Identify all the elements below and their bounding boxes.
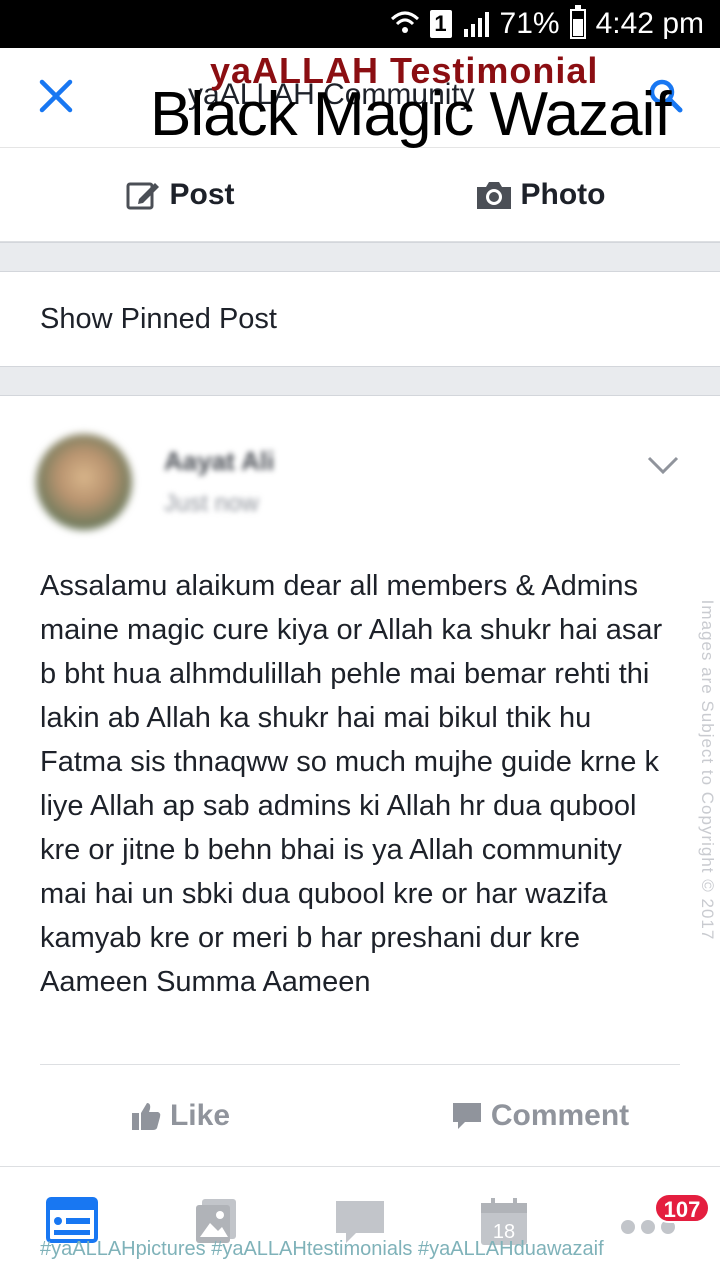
close-button[interactable] <box>36 76 76 116</box>
clock: 4:42 pm <box>595 7 704 40</box>
comment-icon <box>452 1103 481 1129</box>
reaction-bar: Like Comment <box>0 1086 720 1146</box>
feed-icon <box>46 1197 98 1243</box>
battery-percent: 71% <box>499 7 560 40</box>
photo-label: Photo <box>520 177 606 211</box>
post-button[interactable]: Post <box>0 148 360 241</box>
battery-icon <box>569 5 586 39</box>
avatar[interactable] <box>36 434 132 530</box>
camera-icon <box>476 181 511 209</box>
overlay-subtitle: Black Magic Wazaif <box>150 80 672 149</box>
show-pinned-post[interactable]: Show Pinned Post <box>0 272 720 366</box>
sim-label: 1 <box>429 10 452 38</box>
notification-badge: 107 <box>654 1193 710 1223</box>
hashtag-watermark: #yaALLAHpictures #yaALLAHtestimonials #y… <box>40 1238 604 1260</box>
nav-messages[interactable] <box>288 1167 432 1280</box>
post-options-button[interactable] <box>646 454 680 476</box>
divider <box>40 1064 680 1065</box>
nav-more[interactable]: 107 <box>576 1167 720 1280</box>
nav-feed[interactable] <box>0 1167 144 1280</box>
signal-icon <box>462 11 490 37</box>
copyright-watermark: Images are Subject to Copyright © 2017 <box>698 599 717 941</box>
post-card: Aayat Ali Just now Assalamu alaikum dear… <box>0 396 720 1166</box>
post-author[interactable]: Aayat Ali <box>164 446 274 477</box>
bottom-nav: 18 107 <box>0 1166 720 1280</box>
composer-bar: Post Photo <box>0 148 720 242</box>
close-icon <box>39 79 73 113</box>
like-button[interactable]: Like <box>0 1086 360 1146</box>
nav-photos[interactable] <box>144 1167 288 1280</box>
post-timestamp: Just now <box>164 490 259 517</box>
sim-indicator: 1 <box>429 10 452 38</box>
comment-label: Comment <box>490 1099 630 1132</box>
wifi-icon <box>390 9 420 39</box>
like-label: Like <box>169 1099 231 1132</box>
photo-button[interactable]: Photo <box>360 148 720 241</box>
edit-icon <box>126 182 160 209</box>
nav-events[interactable]: 18 <box>432 1167 576 1280</box>
status-bar: 1 71% 4:42 pm <box>0 0 720 48</box>
post-body: Assalamu alaikum dear all members & Admi… <box>40 570 663 998</box>
section-divider <box>0 242 720 272</box>
section-divider <box>0 366 720 396</box>
chevron-down-icon <box>647 456 679 475</box>
post-label: Post <box>169 177 235 211</box>
thumbs-up-icon <box>131 1103 161 1130</box>
comment-button[interactable]: Comment <box>360 1086 720 1146</box>
